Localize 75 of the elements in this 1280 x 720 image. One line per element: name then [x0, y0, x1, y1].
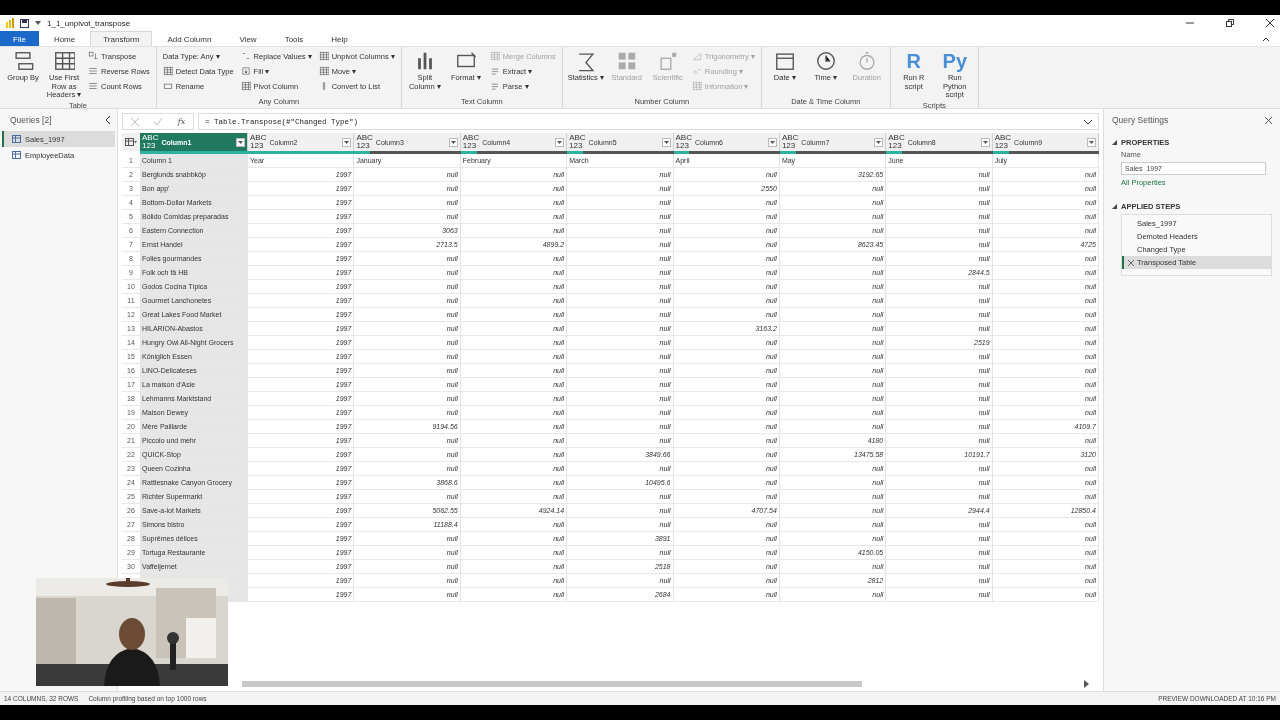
scroll-right-icon[interactable]	[1084, 680, 1089, 688]
caret-icon	[557, 140, 563, 144]
table-icon	[12, 135, 21, 143]
expand-icon[interactable]	[1084, 118, 1092, 125]
type-icon[interactable]: ABC 123	[356, 134, 373, 150]
filter-dropdown[interactable]	[236, 137, 245, 147]
scrollbar-thumb[interactable]	[242, 681, 862, 687]
table-menu-icon[interactable]	[125, 138, 137, 146]
collapse-triangle-icon[interactable]	[1112, 140, 1117, 145]
filter-dropdown[interactable]	[767, 137, 777, 147]
save-icon[interactable]	[20, 18, 29, 28]
filter-dropdown[interactable]	[980, 137, 990, 147]
delete-icon[interactable]	[1128, 259, 1134, 266]
type-icon[interactable]: ABC 123	[994, 134, 1012, 150]
table-icon	[240, 81, 251, 91]
collapse-triangle-icon[interactable]	[1112, 204, 1117, 209]
type-icon[interactable]: ABC 123	[888, 134, 905, 150]
type-icon[interactable]: ABC 123	[569, 134, 586, 150]
caret-icon	[982, 140, 988, 144]
window-title: 1_1_unpivot_transpose	[47, 18, 131, 28]
filter-dropdown[interactable]	[342, 137, 352, 147]
close-icon[interactable]	[1266, 19, 1274, 27]
caret-icon	[663, 140, 669, 144]
table-icon	[318, 66, 329, 76]
transpose-icon	[88, 51, 98, 61]
minimize-icon[interactable]	[1186, 19, 1194, 27]
text-icon	[489, 81, 500, 91]
caret-icon	[1089, 140, 1094, 144]
ribbon-tab[interactable]: Help	[318, 31, 361, 46]
fx-button[interactable]: fx	[177, 117, 186, 126]
group-icon	[12, 50, 34, 72]
file-menu[interactable]: File	[0, 31, 39, 46]
table-icon	[489, 51, 500, 61]
table-icon	[691, 81, 702, 91]
caret-icon	[35, 21, 41, 25]
fill-down-icon	[240, 66, 251, 76]
type-icon[interactable]: ABC 123	[675, 134, 692, 150]
type-icon[interactable]: ABC 123	[250, 134, 267, 150]
table-icon	[318, 51, 329, 61]
calendar-icon	[773, 50, 796, 72]
queries-title: Queries [2]	[10, 115, 52, 125]
rows-icon	[88, 81, 98, 91]
filter-dropdown[interactable]	[1087, 137, 1096, 147]
check-icon[interactable]	[154, 117, 163, 126]
filter-dropdown[interactable]	[874, 137, 884, 147]
ribbon-tab[interactable]: View	[226, 31, 270, 46]
caret-icon	[876, 140, 882, 144]
app-logo-icon	[6, 18, 14, 28]
ribbon-tab[interactable]: Transform	[90, 31, 153, 46]
filter-dropdown[interactable]	[448, 137, 458, 147]
caret-icon	[344, 140, 350, 144]
collapse-icon[interactable]	[105, 116, 111, 124]
rename-icon	[162, 81, 173, 91]
rows-icon	[88, 66, 98, 76]
triangle-icon	[691, 51, 702, 61]
caret-icon	[769, 140, 775, 144]
close-icon[interactable]	[1265, 116, 1272, 124]
table-icon	[53, 50, 75, 72]
restore-icon[interactable]	[1226, 19, 1234, 27]
filter-dropdown[interactable]	[555, 137, 565, 147]
type-icon[interactable]: ABC 123	[781, 134, 799, 150]
table-icon	[12, 151, 21, 159]
query-settings-title: Query Settings	[1112, 115, 1169, 125]
type-icon[interactable]: ABC 123	[142, 134, 159, 150]
text-icon	[489, 66, 500, 76]
type-icon[interactable]: ABC 123	[462, 134, 480, 150]
table-icon	[162, 66, 173, 76]
ribbon-tab[interactable]: Home	[40, 31, 89, 46]
ribbon-tab[interactable]: Add Column	[154, 31, 225, 46]
rounding-icon	[691, 66, 702, 76]
caret-icon	[238, 140, 243, 144]
ribbon-tab[interactable]: Tools	[271, 31, 317, 46]
clock-icon	[814, 50, 837, 72]
caret-icon	[450, 140, 456, 144]
filter-dropdown[interactable]	[661, 137, 671, 147]
